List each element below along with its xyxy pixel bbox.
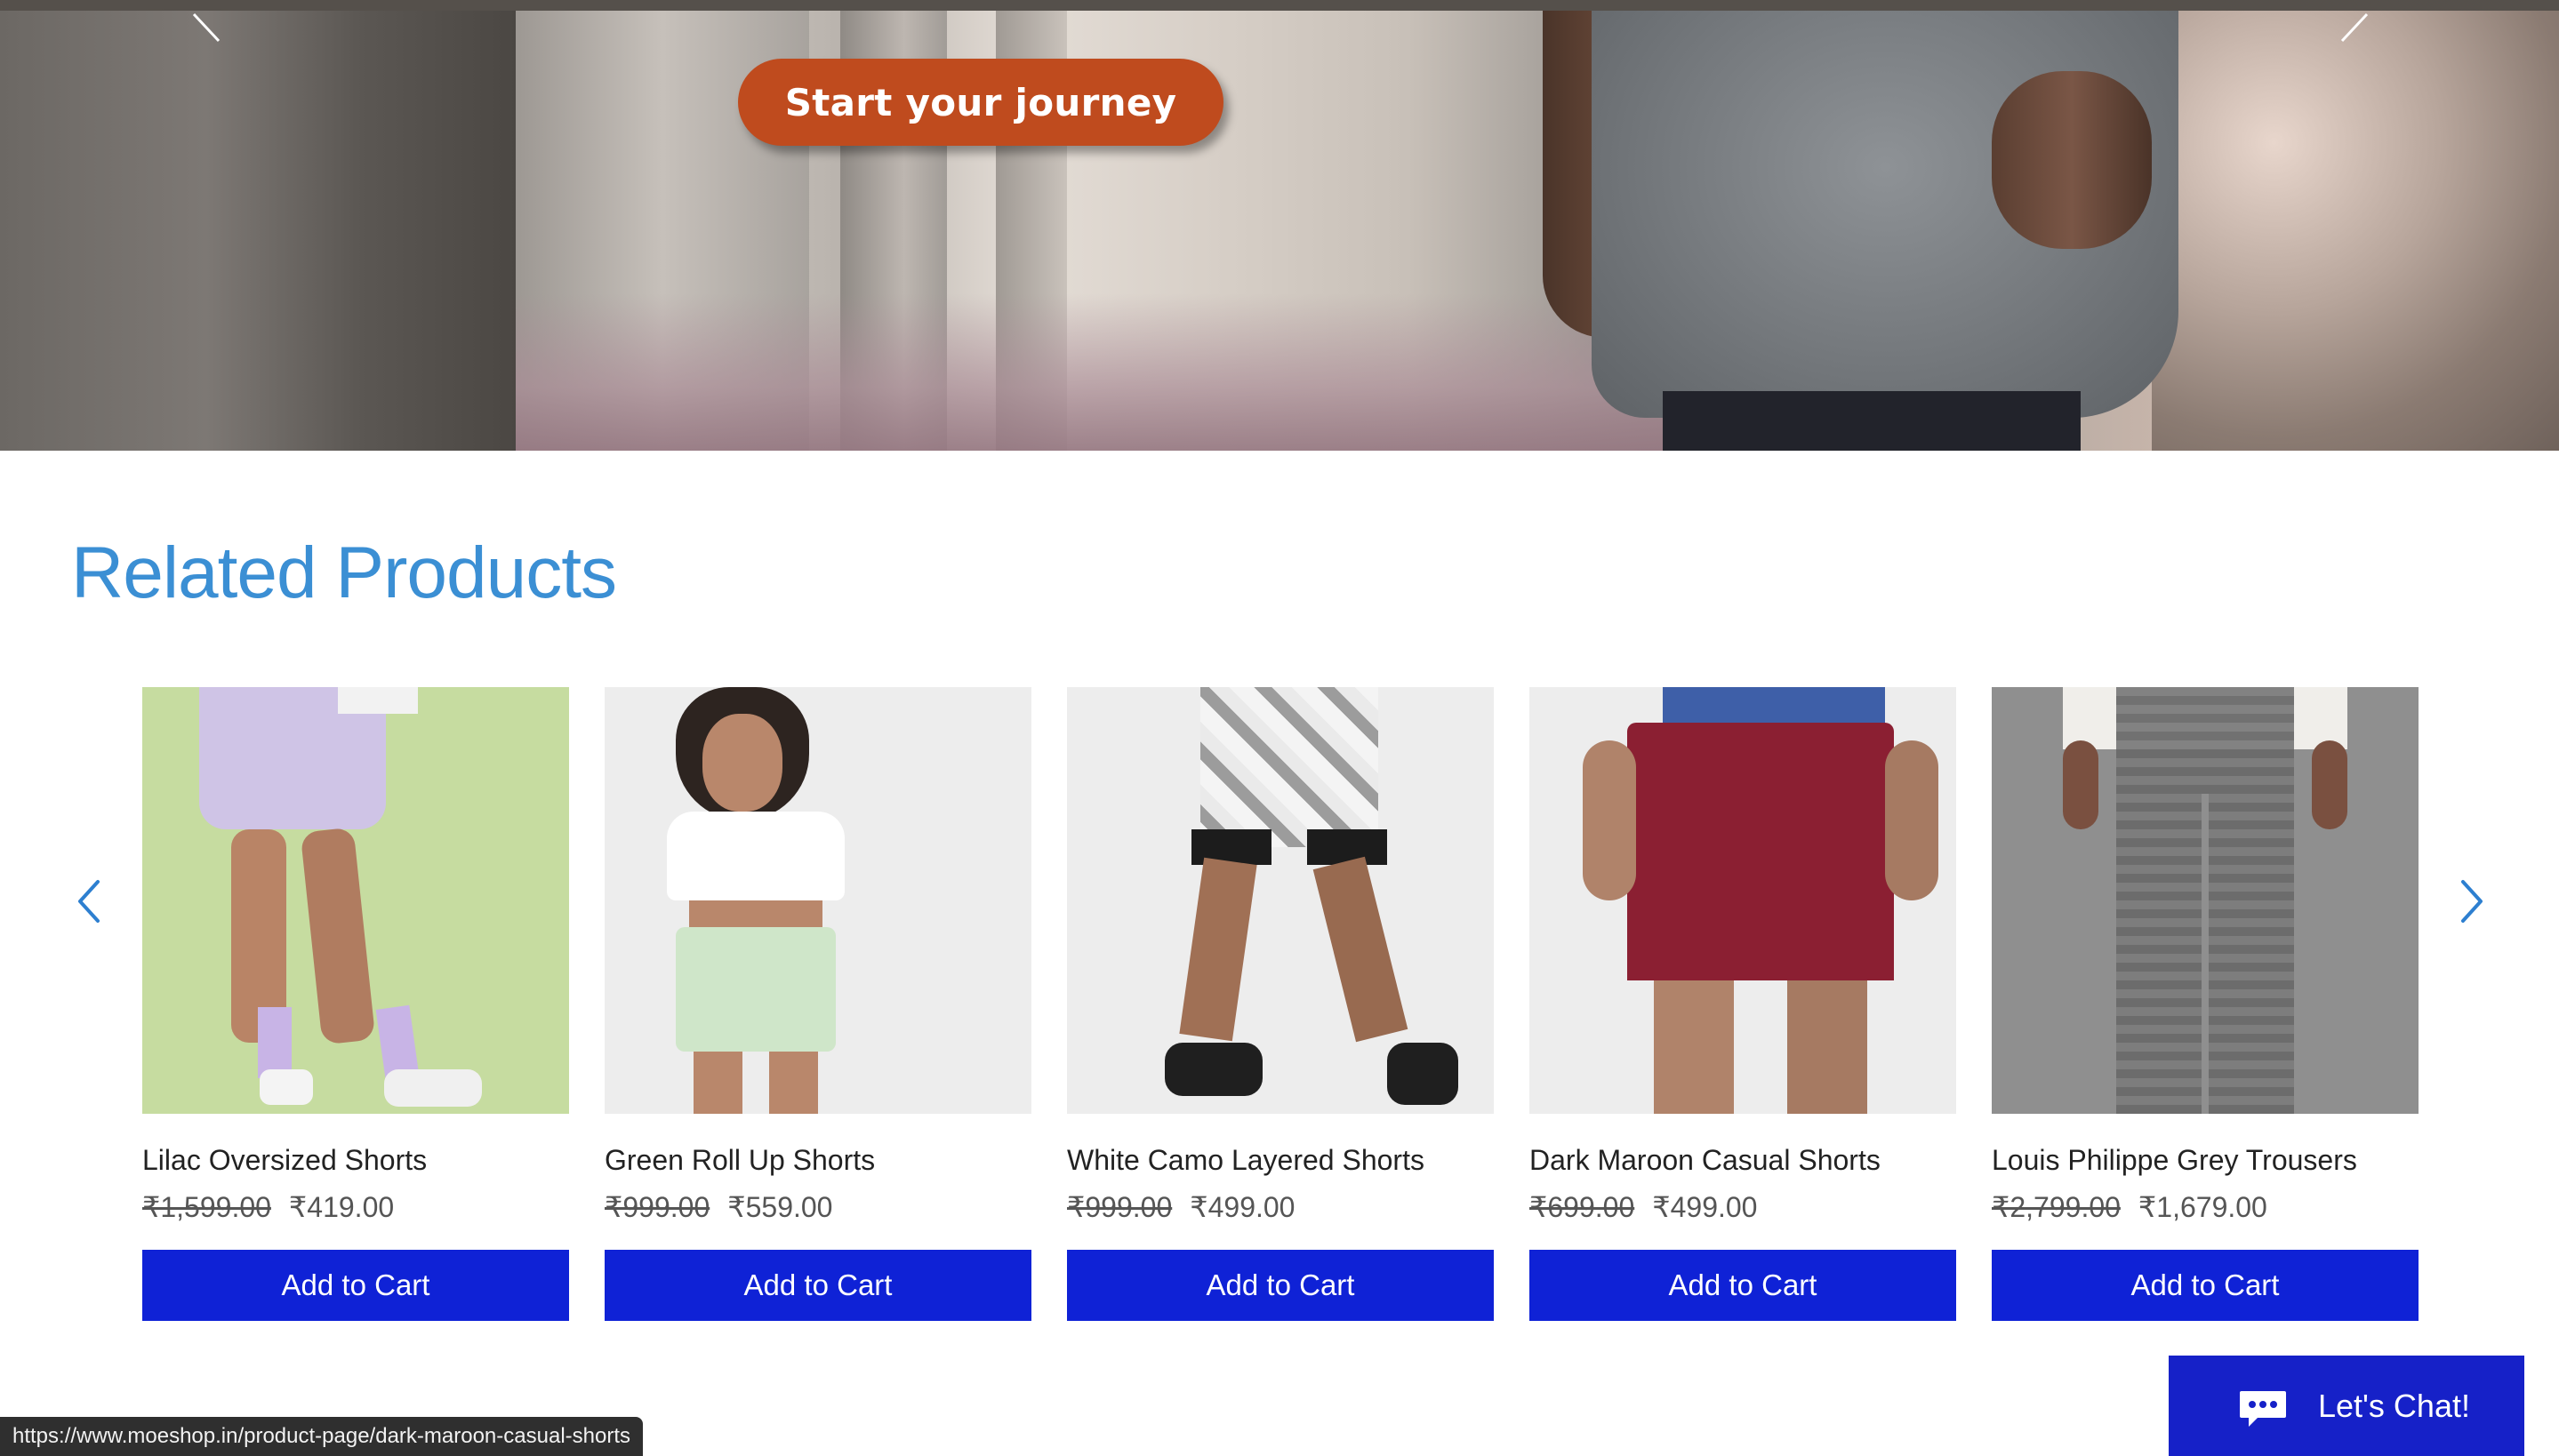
product-prices: ₹1,599.00 ₹419.00 bbox=[142, 1190, 394, 1224]
sale-price: ₹1,679.00 bbox=[2138, 1191, 2267, 1223]
original-price: ₹1,599.00 bbox=[142, 1191, 271, 1223]
related-products-heading: Related Products bbox=[71, 532, 617, 613]
product-name[interactable]: White Camo Layered Shorts bbox=[1067, 1144, 1424, 1177]
chat-bubble-icon bbox=[2238, 1389, 2288, 1428]
hero-background-market bbox=[2152, 11, 2559, 451]
product-image[interactable] bbox=[605, 687, 1031, 1114]
hero-runner-pants bbox=[1663, 391, 2081, 451]
status-bar-url: https://www.moeshop.in/product-page/dark… bbox=[0, 1417, 643, 1456]
add-to-cart-button[interactable]: Add to Cart bbox=[142, 1250, 569, 1321]
product-image[interactable] bbox=[1067, 687, 1494, 1114]
product-name[interactable]: Green Roll Up Shorts bbox=[605, 1144, 875, 1177]
chat-label: Let's Chat! bbox=[2318, 1387, 2470, 1424]
chat-widget-button[interactable]: Let's Chat! bbox=[2169, 1356, 2524, 1456]
sale-price: ₹559.00 bbox=[727, 1191, 833, 1223]
product-image[interactable] bbox=[1529, 687, 1956, 1114]
sale-price: ₹419.00 bbox=[288, 1191, 395, 1223]
original-price: ₹699.00 bbox=[1529, 1191, 1635, 1223]
product-name[interactable]: Louis Philippe Grey Trousers bbox=[1992, 1144, 2357, 1177]
sale-price: ₹499.00 bbox=[1190, 1191, 1296, 1223]
carousel-next-chevron-icon[interactable] bbox=[2454, 875, 2490, 928]
original-price: ₹999.00 bbox=[605, 1191, 710, 1223]
add-to-cart-button[interactable]: Add to Cart bbox=[1529, 1250, 1956, 1321]
add-to-cart-button[interactable]: Add to Cart bbox=[1992, 1250, 2419, 1321]
start-journey-button[interactable]: Start your journey bbox=[738, 59, 1223, 146]
product-card[interactable]: Lilac Oversized Shorts ₹1,599.00 ₹419.00 … bbox=[142, 687, 569, 1321]
product-prices: ₹2,799.00 ₹1,679.00 bbox=[1992, 1190, 2267, 1224]
hero-floor bbox=[516, 293, 1672, 451]
hero-prev-arrow-icon[interactable] bbox=[189, 9, 224, 44]
hero-pillar bbox=[0, 0, 516, 451]
product-image[interactable] bbox=[142, 687, 569, 1114]
product-prices: ₹699.00 ₹499.00 bbox=[1529, 1190, 1757, 1224]
product-card[interactable]: Louis Philippe Grey Trousers ₹2,799.00 ₹1… bbox=[1992, 687, 2419, 1321]
original-price: ₹2,799.00 bbox=[1992, 1191, 2121, 1223]
product-card[interactable]: Green Roll Up Shorts ₹999.00 ₹559.00 Add … bbox=[605, 687, 1031, 1321]
product-prices: ₹999.00 ₹559.00 bbox=[605, 1190, 832, 1224]
product-card[interactable]: White Camo Layered Shorts ₹999.00 ₹499.00… bbox=[1067, 687, 1494, 1321]
original-price: ₹999.00 bbox=[1067, 1191, 1173, 1223]
hero-banner: Start your journey bbox=[0, 0, 2559, 451]
carousel-prev-chevron-icon[interactable] bbox=[71, 875, 107, 928]
add-to-cart-button[interactable]: Add to Cart bbox=[605, 1250, 1031, 1321]
add-to-cart-button[interactable]: Add to Cart bbox=[1067, 1250, 1494, 1321]
sale-price: ₹499.00 bbox=[1652, 1191, 1758, 1223]
hero-next-arrow-icon[interactable] bbox=[2337, 9, 2372, 44]
hero-runner-hand bbox=[1992, 71, 2152, 249]
product-name[interactable]: Dark Maroon Casual Shorts bbox=[1529, 1144, 1881, 1177]
product-card[interactable]: Dark Maroon Casual Shorts ₹699.00 ₹499.00… bbox=[1529, 687, 1956, 1321]
product-name[interactable]: Lilac Oversized Shorts bbox=[142, 1144, 427, 1177]
product-image[interactable] bbox=[1992, 687, 2419, 1114]
product-prices: ₹999.00 ₹499.00 bbox=[1067, 1190, 1295, 1224]
hero-top-edge bbox=[0, 0, 2559, 11]
